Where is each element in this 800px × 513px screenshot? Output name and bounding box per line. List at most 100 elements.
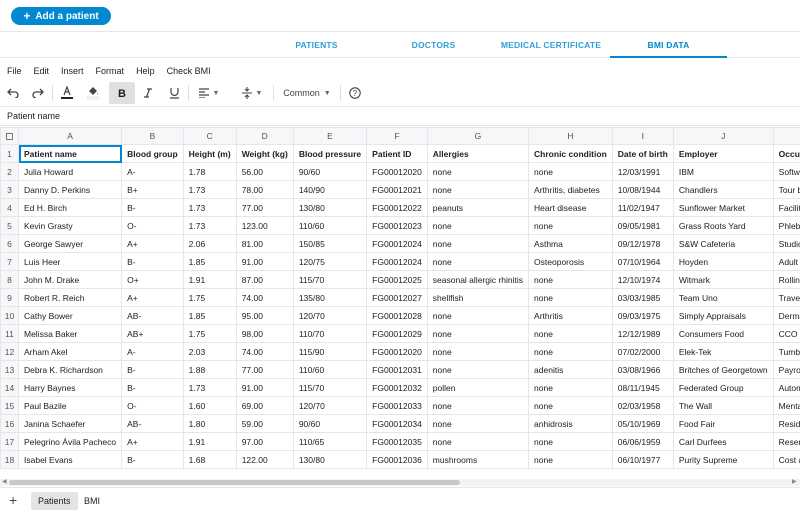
table-cell[interactable]: Consumers Food [672, 324, 774, 343]
table-cell[interactable]: 110/60 [292, 360, 368, 379]
table-cell[interactable]: AB- [121, 306, 184, 325]
column-header-c[interactable]: C [182, 127, 237, 145]
text-color-button[interactable] [58, 82, 76, 104]
header-cell[interactable]: Date of birth [611, 144, 674, 163]
table-cell[interactable]: Hoyden [672, 252, 774, 271]
table-cell[interactable]: Paul Bazile [17, 396, 123, 415]
table-cell[interactable]: FG00012028 [366, 306, 428, 325]
row-number[interactable]: 7 [0, 252, 19, 271]
table-cell[interactable]: A- [121, 342, 184, 361]
table-cell[interactable]: Kevin Grasty [17, 216, 123, 235]
table-cell[interactable]: Robert R. Reich [17, 288, 123, 307]
table-cell[interactable]: 74.00 [235, 342, 294, 361]
column-header-b[interactable]: B [121, 127, 184, 145]
scroll-left-icon[interactable]: ◀ [2, 479, 7, 486]
table-cell[interactable]: FG00012032 [366, 378, 428, 397]
table-cell[interactable]: Luis Heer [17, 252, 123, 271]
table-cell[interactable]: 120/75 [292, 252, 368, 271]
table-cell[interactable]: FG00012024 [366, 252, 428, 271]
bold-button[interactable]: B [109, 82, 135, 104]
tab-doctors[interactable]: DOCTORS [375, 33, 492, 58]
column-header-f[interactable]: F [366, 127, 428, 145]
table-cell[interactable]: 11/02/1947 [611, 198, 674, 217]
table-cell[interactable]: none [426, 324, 530, 343]
table-cell[interactable]: Dermatology nurse [772, 306, 800, 325]
table-cell[interactable]: 02/03/1958 [611, 396, 674, 415]
formula-bar[interactable]: Patient name [0, 106, 800, 126]
table-cell[interactable]: none [528, 162, 613, 181]
header-cell[interactable]: Blood pressure [292, 144, 368, 163]
table-cell[interactable]: Britches of Georgetown [672, 360, 774, 379]
menu-format[interactable]: Format [96, 62, 125, 80]
row-number[interactable]: 3 [0, 180, 19, 199]
row-number[interactable]: 9 [0, 288, 19, 307]
menu-file[interactable]: File [7, 62, 22, 80]
table-cell[interactable]: 59.00 [235, 414, 294, 433]
scroll-right-icon[interactable]: ▶ [792, 479, 797, 486]
table-cell[interactable]: Danny D. Perkins [17, 180, 123, 199]
table-cell[interactable]: 1.68 [182, 450, 237, 469]
table-cell[interactable]: Facilitator [772, 198, 800, 217]
tab-medical-certificate[interactable]: MEDICAL CERTIFICATE [492, 33, 610, 58]
table-cell[interactable]: pollen [426, 378, 530, 397]
table-cell[interactable]: 12/10/1974 [611, 270, 674, 289]
table-cell[interactable]: 115/70 [292, 270, 368, 289]
row-number[interactable]: 15 [0, 396, 19, 415]
table-cell[interactable]: FG00012036 [366, 450, 428, 469]
table-cell[interactable]: 1.91 [182, 270, 237, 289]
table-cell[interactable]: none [528, 270, 613, 289]
table-cell[interactable]: 110/70 [292, 324, 368, 343]
table-cell[interactable]: O- [121, 216, 184, 235]
table-cell[interactable]: none [528, 432, 613, 451]
table-cell[interactable]: Mental health aide [772, 396, 800, 415]
row-number[interactable]: 8 [0, 270, 19, 289]
header-cell[interactable]: Blood group [121, 144, 184, 163]
tab-bmi-data[interactable]: BMI DATA [610, 33, 727, 58]
table-cell[interactable]: 08/11/1945 [611, 378, 674, 397]
table-cell[interactable]: Team Uno [672, 288, 774, 307]
table-cell[interactable]: Tumbling barrel painter [772, 342, 800, 361]
table-cell[interactable]: Pelegrino Ávila Pacheco [17, 432, 123, 451]
table-cell[interactable]: A+ [121, 288, 184, 307]
table-cell[interactable]: mushrooms [426, 450, 530, 469]
table-cell[interactable]: Janina Schaefer [17, 414, 123, 433]
header-cell[interactable]: Height (m) [182, 144, 237, 163]
table-cell[interactable]: Arthritis, diabetes [528, 180, 613, 199]
tab-patients[interactable]: PATIENTS [258, 33, 375, 58]
table-cell[interactable]: 95.00 [235, 306, 294, 325]
table-cell[interactable]: 115/70 [292, 378, 368, 397]
table-cell[interactable]: The Wall [672, 396, 774, 415]
table-cell[interactable]: Elek-Tek [672, 342, 774, 361]
table-cell[interactable]: none [426, 396, 530, 415]
table-cell[interactable]: Cathy Bower [17, 306, 123, 325]
table-cell[interactable]: O+ [121, 270, 184, 289]
table-cell[interactable]: 77.00 [235, 198, 294, 217]
table-cell[interactable]: George Sawyer [17, 234, 123, 253]
row-number[interactable]: 13 [0, 360, 19, 379]
menu-edit[interactable]: Edit [34, 62, 50, 80]
table-cell[interactable]: FG00012023 [366, 216, 428, 235]
table-cell[interactable]: B- [121, 378, 184, 397]
table-cell[interactable]: FG00012029 [366, 324, 428, 343]
header-cell[interactable]: Chronic condition [528, 144, 613, 163]
column-header-d[interactable]: D [235, 127, 294, 145]
table-cell[interactable]: Heart disease [528, 198, 613, 217]
header-cell[interactable]: Occupation [772, 144, 800, 163]
redo-button[interactable] [29, 82, 47, 104]
table-cell[interactable]: 1.88 [182, 360, 237, 379]
menu-insert[interactable]: Insert [61, 62, 84, 80]
table-cell[interactable]: Osteoporosis [528, 252, 613, 271]
table-cell[interactable]: 1.85 [182, 252, 237, 271]
table-cell[interactable]: none [426, 234, 530, 253]
table-cell[interactable]: Julia Howard [17, 162, 123, 181]
table-cell[interactable]: shellfish [426, 288, 530, 307]
table-cell[interactable]: Tour bus driver [772, 180, 800, 199]
table-cell[interactable]: B- [121, 252, 184, 271]
table-cell[interactable]: FG00012031 [366, 360, 428, 379]
table-cell[interactable]: 12/03/1991 [611, 162, 674, 181]
table-cell[interactable]: none [426, 180, 530, 199]
table-cell[interactable]: AB+ [121, 324, 184, 343]
table-cell[interactable]: FG00012024 [366, 234, 428, 253]
table-cell[interactable]: 12/12/1989 [611, 324, 674, 343]
table-cell[interactable]: none [426, 432, 530, 451]
